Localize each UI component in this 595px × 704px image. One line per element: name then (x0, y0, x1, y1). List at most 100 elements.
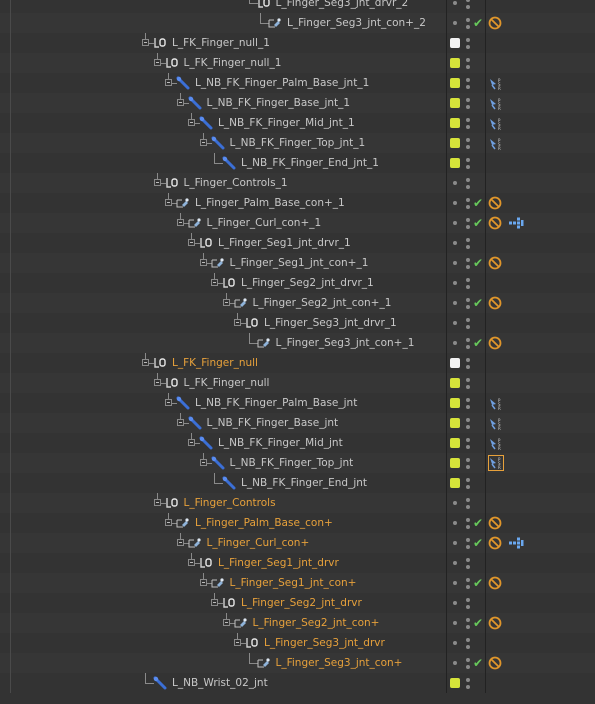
protection-tag-icon[interactable] (488, 256, 502, 270)
render-visibility-dot[interactable] (466, 205, 470, 209)
visibility-dots[interactable] (464, 637, 472, 651)
editor-visibility-dot[interactable] (466, 318, 470, 322)
layer-empty-dot[interactable] (453, 541, 457, 545)
layer-empty-dot[interactable] (453, 341, 457, 345)
enabled-check-icon[interactable]: ✔ (473, 516, 485, 530)
layer-empty-dot[interactable] (453, 281, 457, 285)
render-visibility-dot[interactable] (466, 45, 470, 49)
layer-color-swatch[interactable] (450, 58, 460, 68)
render-visibility-dot[interactable] (466, 525, 470, 529)
protection-tag-icon[interactable] (488, 516, 502, 530)
expand-toggle-icon[interactable] (199, 139, 207, 146)
tree-row[interactable]: L_Finger_Palm_Base_con+ ✔ (0, 513, 595, 533)
object-name[interactable]: L_Finger_Seg3_jnt_drvr_1 (264, 316, 397, 330)
editor-visibility-dot[interactable] (466, 518, 470, 522)
visibility-dots[interactable] (464, 557, 472, 571)
layer-color-swatch[interactable] (450, 398, 460, 408)
tree-row[interactable]: L_NB_FK_Finger_Mid_jnt P S R (0, 433, 595, 453)
object-name[interactable]: L_NB_FK_Finger_Palm_Base_jnt (195, 396, 357, 410)
layer-empty-dot[interactable] (453, 221, 457, 225)
expand-toggle-icon[interactable] (176, 219, 184, 226)
protection-tag-icon[interactable] (488, 536, 502, 550)
visibility-dots[interactable] (464, 517, 472, 531)
editor-visibility-dot[interactable] (466, 558, 470, 562)
layer-color-swatch[interactable] (450, 678, 460, 688)
tree-row[interactable]: L_Finger_Seg2_jnt_drvr (0, 593, 595, 613)
tree-row[interactable]: L_Finger_Controls (0, 493, 595, 513)
pose-tag-icon[interactable]: PSR (488, 436, 502, 451)
render-visibility-dot[interactable] (466, 485, 470, 489)
editor-visibility-dot[interactable] (466, 678, 470, 682)
object-name[interactable]: L_Finger_Seg2_jnt_drvr (241, 596, 362, 610)
enabled-check-icon[interactable]: ✔ (473, 196, 485, 210)
render-visibility-dot[interactable] (466, 685, 470, 689)
expand-toggle-icon[interactable] (142, 39, 149, 46)
render-visibility-dot[interactable] (466, 645, 470, 649)
editor-visibility-dot[interactable] (466, 598, 470, 602)
layer-empty-dot[interactable] (453, 601, 457, 605)
tree-row[interactable]: L_Finger_Seg3_jnt_con+_2 ✔ (0, 13, 595, 33)
object-name[interactable]: L_NB_FK_Finger_Base_jnt_1 (207, 96, 351, 110)
visibility-dots[interactable] (464, 657, 472, 671)
protection-tag-icon[interactable] (488, 216, 502, 230)
expand-toggle-icon[interactable] (188, 559, 195, 566)
expand-toggle-icon[interactable] (176, 539, 184, 546)
object-name[interactable]: L_NB_FK_Finger_Palm_Base_jnt_1 (195, 76, 369, 90)
render-visibility-dot[interactable] (466, 325, 470, 329)
object-name[interactable]: L_NB_FK_Finger_Base_jnt (207, 416, 339, 430)
render-visibility-dot[interactable] (466, 605, 470, 609)
expand-toggle-icon[interactable] (176, 99, 184, 106)
object-name[interactable]: L_FK_Finger_null_1 (172, 36, 270, 50)
render-visibility-dot[interactable] (466, 65, 470, 69)
object-name[interactable]: L_Finger_Seg1_jnt_con+_1 (230, 256, 369, 270)
editor-visibility-dot[interactable] (466, 258, 470, 262)
editor-visibility-dot[interactable] (466, 418, 470, 422)
layer-empty-dot[interactable] (453, 201, 457, 205)
expand-toggle-icon[interactable] (234, 319, 241, 326)
editor-visibility-dot[interactable] (466, 78, 470, 82)
object-name[interactable]: L_Finger_Seg1_jnt_drvr (218, 556, 339, 570)
enabled-check-icon[interactable]: ✔ (473, 256, 485, 270)
tree-row[interactable]: L_Finger_Palm_Base_con+_1 ✔ (0, 193, 595, 213)
expand-toggle-icon[interactable] (142, 359, 149, 366)
visibility-dots[interactable] (464, 417, 472, 431)
visibility-dots[interactable] (464, 677, 472, 691)
expand-toggle-icon[interactable] (211, 279, 218, 286)
editor-visibility-dot[interactable] (466, 578, 470, 582)
visibility-dots[interactable] (464, 297, 472, 311)
layer-empty-dot[interactable] (453, 301, 457, 305)
editor-visibility-dot[interactable] (466, 118, 470, 122)
tree-row[interactable]: L_FK_Finger_null (0, 373, 595, 393)
protection-tag-icon[interactable] (488, 296, 502, 310)
tree-row[interactable]: L_NB_FK_Finger_End_jnt (0, 473, 595, 493)
layer-color-swatch[interactable] (450, 38, 460, 48)
layer-color-swatch[interactable] (450, 378, 460, 388)
editor-visibility-dot[interactable] (466, 638, 470, 642)
object-name[interactable]: L_Finger_Seg3_jnt_con+_1 (276, 336, 415, 350)
render-visibility-dot[interactable] (466, 285, 470, 289)
visibility-dots[interactable] (464, 197, 472, 211)
pose-tag-icon[interactable]: PSR (488, 96, 502, 111)
layer-color-swatch[interactable] (450, 458, 460, 468)
expand-toggle-icon[interactable] (153, 179, 161, 186)
editor-visibility-dot[interactable] (466, 398, 470, 402)
editor-visibility-dot[interactable] (466, 358, 470, 362)
visibility-dots[interactable] (464, 117, 472, 131)
visibility-dots[interactable] (464, 337, 472, 351)
protection-tag-icon[interactable] (488, 576, 502, 590)
tree-row[interactable]: L_NB_FK_Finger_Palm_Base_jnt P S R (0, 393, 595, 413)
render-visibility-dot[interactable] (466, 125, 470, 129)
expand-toggle-icon[interactable] (211, 599, 218, 606)
tree-row[interactable]: L_Finger_Seg3_jnt_drvr (0, 633, 595, 653)
visibility-dots[interactable] (464, 137, 472, 151)
tree-row[interactable]: L_Finger_Seg1_jnt_con+_1 ✔ (0, 253, 595, 273)
object-name[interactable]: L_Finger_Seg3_jnt_drvr (264, 636, 385, 650)
object-name[interactable]: L_Finger_Seg1_jnt_drvr_1 (218, 236, 351, 250)
expand-toggle-icon[interactable] (153, 59, 161, 66)
visibility-dots[interactable] (464, 277, 472, 291)
tree-row[interactable]: L_NB_Wrist_02_jnt (0, 673, 595, 693)
layer-empty-dot[interactable] (453, 321, 457, 325)
object-name[interactable]: L_Finger_Seg1_jnt_con+ (230, 576, 357, 590)
expand-toggle-icon[interactable] (222, 299, 230, 306)
object-name[interactable]: L_Finger_Seg3_jnt_drvr_2 (276, 0, 409, 10)
